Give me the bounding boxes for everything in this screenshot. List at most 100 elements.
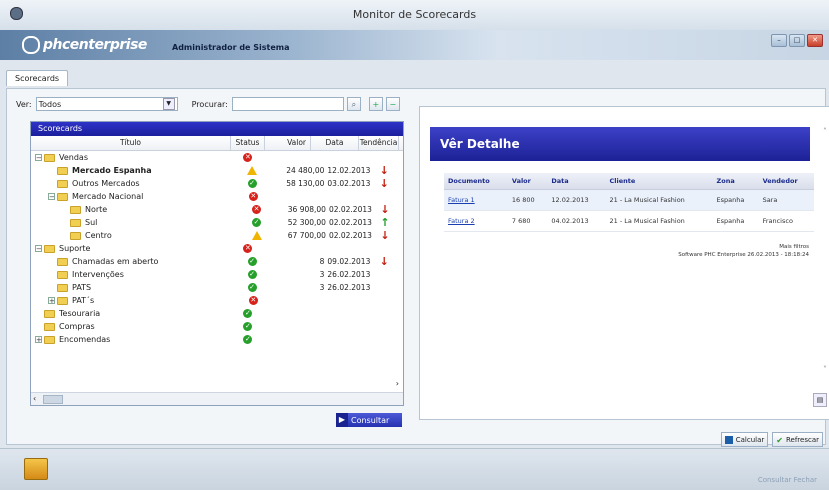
col-data[interactable]: Data — [311, 136, 359, 150]
col-valor: Valor — [507, 173, 548, 190]
tree-row[interactable]: Compras ✓ — [31, 320, 403, 333]
collapse-all-button[interactable]: − — [385, 97, 400, 111]
tree-row[interactable]: − Mercado Nacional ✕ — [31, 190, 403, 203]
expand-all-button[interactable]: + — [368, 97, 383, 111]
data-cell: 12.02.2013 — [327, 166, 371, 175]
tree-item-label[interactable]: Encomendas — [59, 335, 110, 344]
scroll-thumb[interactable] — [43, 395, 63, 404]
consultar-label: Consultar — [351, 415, 390, 425]
tree-row[interactable]: Mercado Espanha 24 480,00 12.02.2013 ↓ — [31, 164, 403, 177]
trend-down-icon: ↓ — [380, 203, 390, 216]
tree-row[interactable]: − Suporte ✕ — [31, 242, 403, 255]
folder-icon[interactable] — [24, 458, 48, 480]
status-cell: ✕ — [237, 296, 269, 305]
print-icon[interactable]: ▤ — [813, 393, 827, 407]
tree-item-label[interactable]: PATS — [72, 283, 91, 292]
details-title: Vêr Detalhe — [430, 127, 810, 161]
ver-value: Todos — [38, 99, 62, 109]
status-ok-icon: ✓ — [243, 335, 253, 344]
folder-icon — [57, 166, 68, 175]
tree-title-cell: − Vendas — [31, 153, 231, 162]
footnote-line1[interactable]: Mais filtros — [678, 243, 809, 251]
collapse-icon[interactable]: − — [35, 154, 42, 162]
tree-item-label[interactable]: Tesouraria — [59, 309, 100, 318]
tree-item-label[interactable]: Suporte — [59, 244, 90, 253]
window-title: Monitor de Scorecards — [352, 8, 477, 21]
tree-item-label[interactable]: Intervenções — [72, 270, 124, 279]
scroll-left-icon[interactable]: ‹ — [33, 394, 36, 403]
collapse-icon[interactable]: − — [35, 245, 42, 253]
tree-item-label[interactable]: Mercado Nacional — [72, 192, 143, 201]
details-table: Documento Valor Data Cliente Zona Vended… — [444, 173, 814, 232]
tree-item-label[interactable]: Compras — [59, 322, 95, 331]
folder-icon — [70, 218, 81, 227]
horizontal-scrollbar[interactable]: ‹ › — [31, 379, 403, 405]
tree-row[interactable]: Outros Mercados ✓ 58 130,00 03.02.2013 ↓ — [31, 177, 403, 190]
tree-title-cell: Centro — [31, 231, 241, 240]
maximize-button[interactable]: □ — [789, 34, 805, 47]
status-cell: ✓ — [231, 309, 264, 318]
expand-icon[interactable]: + — [35, 336, 42, 344]
tree-item-label[interactable]: Norte — [85, 205, 107, 214]
col-tendencia[interactable]: Tendência — [359, 136, 399, 150]
tree-item-label[interactable]: PAT´s — [72, 296, 94, 305]
tree-row[interactable]: Norte ✕ 36 908,00 02.02.2013 ↓ — [31, 203, 403, 216]
status-warning-icon — [251, 231, 262, 240]
tree-item-label[interactable]: Sul — [85, 218, 97, 227]
tree-row[interactable]: Centro 67 700,00 02.02.2013 ↓ — [31, 229, 403, 242]
document-link[interactable]: Fatura 1 — [444, 189, 508, 211]
tree-row[interactable]: − Vendas ✕ — [31, 151, 403, 164]
tree-item-label[interactable]: Chamadas em aberto — [72, 257, 158, 266]
tree-item-label[interactable]: Centro — [85, 231, 112, 240]
tree-row[interactable]: Intervenções ✓ 3 26.02.2013 — [31, 268, 403, 281]
tree-title-cell: + PAT´s — [31, 296, 237, 305]
folder-icon — [57, 179, 68, 188]
tree-row[interactable]: Chamadas em aberto ✓ 8 09.02.2013 ↓ — [31, 255, 403, 268]
expand-icon[interactable]: + — [48, 297, 55, 305]
tree-item-label[interactable]: Mercado Espanha — [72, 166, 152, 175]
search-input[interactable] — [231, 97, 344, 111]
valor-cell: 52 300,00 — [287, 218, 326, 227]
calcular-button[interactable]: Calcular — [720, 432, 769, 447]
tree-row[interactable]: + PAT´s ✕ — [31, 294, 403, 307]
data-cell: 02.02.2013 — [328, 205, 372, 214]
status-ok-icon: ✓ — [247, 283, 257, 292]
table-row[interactable]: Fatura 1 16 800 12.02.2013 21 - La Music… — [444, 189, 814, 211]
status-cell — [236, 166, 268, 175]
tree-row[interactable]: + Encomendas ✓ — [31, 333, 403, 346]
ver-select[interactable]: Todos ▼ — [35, 97, 178, 111]
tree-item-label[interactable]: Vendas — [59, 153, 88, 162]
document-link[interactable]: Fatura 2 — [444, 210, 508, 232]
tree-row[interactable]: Sul ✓ 52 300,00 02.02.2013 ↑ — [31, 216, 403, 229]
consultar-button[interactable]: ▶ Consultar — [336, 413, 402, 427]
tree-row[interactable]: PATS ✓ 3 26.02.2013 — [31, 281, 403, 294]
tab-scorecards[interactable]: Scorecards — [6, 70, 69, 86]
table-row[interactable]: Fatura 2 7 680 04.02.2013 21 - La Musica… — [444, 210, 814, 232]
play-icon: ▶ — [336, 413, 348, 427]
col-title[interactable]: Título — [31, 136, 231, 150]
valor-cell: 24 480,00 — [286, 166, 325, 175]
tree-item-label[interactable]: Outros Mercados — [72, 179, 140, 188]
scroll-right-icon[interactable]: › — [396, 379, 399, 388]
trend-cell: ↓ — [365, 165, 403, 176]
tree-row[interactable]: Tesouraria ✓ — [31, 307, 403, 320]
close-button[interactable]: ✕ — [807, 34, 823, 47]
status-cell: ✓ — [236, 179, 268, 188]
collapse-icon[interactable]: − — [48, 193, 55, 201]
footnote-line2: Software PHC Enterprise 26.02.2013 - 18:… — [678, 252, 809, 258]
status-ok-icon: ✓ — [243, 309, 253, 318]
col-valor[interactable]: Valor — [265, 136, 311, 150]
status-cell: ✕ — [241, 205, 272, 214]
refrescar-button[interactable]: ✔ Refrescar — [772, 432, 823, 447]
status-ok-icon: ✓ — [247, 179, 257, 188]
trend-down-icon: ↓ — [379, 255, 389, 268]
search-button[interactable]: ⌕ — [346, 97, 361, 111]
tree-title-cell: PATS — [31, 283, 236, 292]
tree-title-cell: Sul — [31, 218, 241, 227]
col-status[interactable]: Status — [231, 136, 265, 150]
scroll-up-icon[interactable]: ˄ — [823, 127, 827, 136]
scroll-down-icon[interactable]: ˅ — [823, 365, 827, 374]
chevron-down-icon[interactable]: ▼ — [162, 98, 175, 110]
window-controls: – □ ✕ — [771, 34, 823, 47]
minimize-button[interactable]: – — [771, 34, 787, 47]
